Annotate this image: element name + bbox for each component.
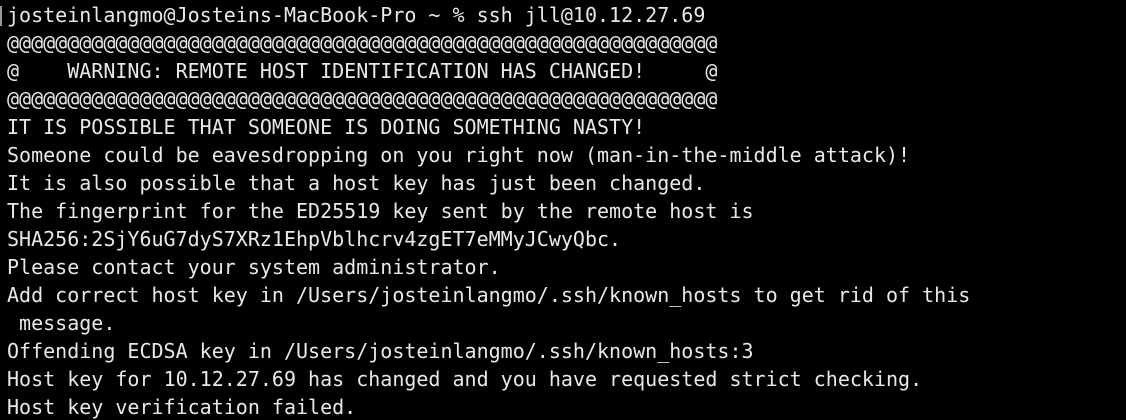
output-line-contact-admin: Please contact your system administrator…	[7, 255, 501, 279]
terminal-window[interactable]: josteinlangmo@Josteins-MacBook-Pro ~ % s…	[0, 0, 1126, 420]
output-line-host-key-changed: It is also possible that a host key has …	[7, 171, 706, 195]
prompt-command-line[interactable]: josteinlangmo@Josteins-MacBook-Pro ~ % s…	[7, 1, 1126, 29]
output-line-offending-key: Offending ECDSA key in /Users/josteinlan…	[7, 339, 754, 363]
warning-border-top: @@@@@@@@@@@@@@@@@@@@@@@@@@@@@@@@@@@@@@@@…	[7, 31, 718, 55]
output-line-strict-checking: Host key for 10.12.27.69 has changed and…	[7, 367, 923, 391]
output-line-verification-failed: Host key verification failed.	[7, 395, 357, 419]
warning-border-bottom: @@@@@@@@@@@@@@@@@@@@@@@@@@@@@@@@@@@@@@@@…	[7, 87, 718, 111]
warning-title-line: @ WARNING: REMOTE HOST IDENTIFICATION HA…	[7, 59, 718, 83]
output-line-nasty: IT IS POSSIBLE THAT SOMEONE IS DOING SOM…	[7, 115, 646, 139]
line-marker	[0, 6, 2, 26]
output-line-add-correct-key: Add correct host key in /Users/josteinla…	[7, 283, 971, 307]
output-line-fingerprint: SHA256:2SjY6uG7dyS7XRz1EhpVblhcrv4zgET7e…	[7, 227, 622, 251]
output-line-eavesdropping: Someone could be eavesdropping on you ri…	[7, 143, 911, 167]
output-line-message-wrap: message.	[7, 311, 116, 335]
output-line-fingerprint-intro: The fingerprint for the ED25519 key sent…	[7, 199, 754, 223]
